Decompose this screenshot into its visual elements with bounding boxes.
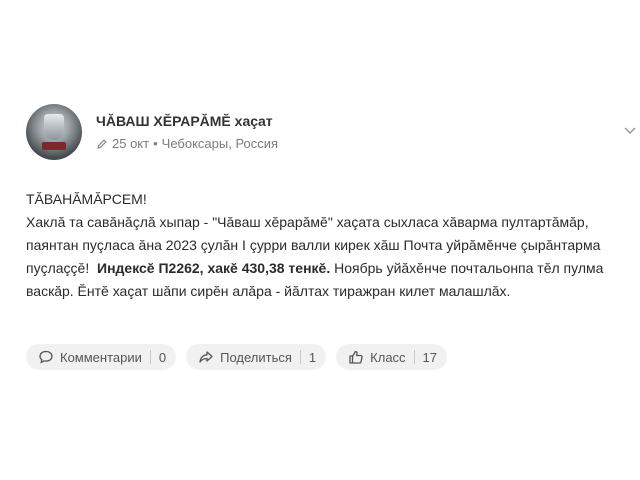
avatar-base-shape: [42, 142, 66, 150]
comment-icon: [39, 350, 53, 364]
feed-post: ЧĂВАШ ХĔРАРĂМĔ хаçат 25 окт • Чебоксары,…: [0, 0, 640, 480]
post-text-bold: Индексĕ П2262, хакĕ 430,38 тенкĕ.: [97, 260, 331, 276]
like-divider: [413, 350, 415, 364]
avatar[interactable]: [26, 104, 82, 160]
share-icon: [199, 351, 213, 363]
thumbs-up-icon: [349, 350, 363, 364]
chevron-down-icon[interactable]: [622, 122, 638, 138]
pencil-icon: [97, 139, 107, 149]
avatar-trophy-shape: [44, 114, 64, 140]
post-submeta: 25 окт • Чебоксары, Россия: [96, 136, 278, 152]
post-text: Хаклă та савăнăçлă хыпар - "Чăваш хĕрарă…: [26, 211, 616, 303]
share-label: Поделиться: [220, 349, 292, 365]
post-meta: ЧĂВАШ ХĔРАРĂМĔ хаçат 25 окт • Чебоксары,…: [96, 112, 278, 152]
share-button[interactable]: Поделиться 1: [186, 344, 327, 370]
post-location[interactable]: Чебоксары, Россия: [162, 136, 278, 152]
share-divider: [299, 350, 301, 364]
post-header: ЧĂВАШ ХĔРАРĂМĔ хаçат 25 окт • Чебоксары,…: [26, 104, 278, 160]
post-greeting: ТĂВАНĂМĂРСЕМ!: [26, 191, 147, 207]
post-body: ТĂВАНĂМĂРСЕМ! Хаклă та савăнăçлă хыпар -…: [26, 188, 616, 303]
like-button[interactable]: Класс 17: [336, 344, 448, 370]
comments-count: 0: [158, 349, 167, 365]
comments-button[interactable]: Комментарии 0: [26, 344, 177, 370]
like-label: Класс: [370, 349, 406, 365]
share-count: 1: [308, 349, 317, 365]
comments-label: Комментарии: [60, 349, 142, 365]
author-name[interactable]: ЧĂВАШ ХĔРАРĂМĔ хаçат: [96, 112, 278, 130]
like-count: 17: [422, 349, 438, 365]
comments-divider: [149, 350, 151, 364]
meta-separator: •: [153, 136, 158, 151]
post-actions: Комментарии 0 Поделиться 1 Класс 17: [26, 344, 457, 370]
post-date: 25 окт: [112, 136, 150, 151]
